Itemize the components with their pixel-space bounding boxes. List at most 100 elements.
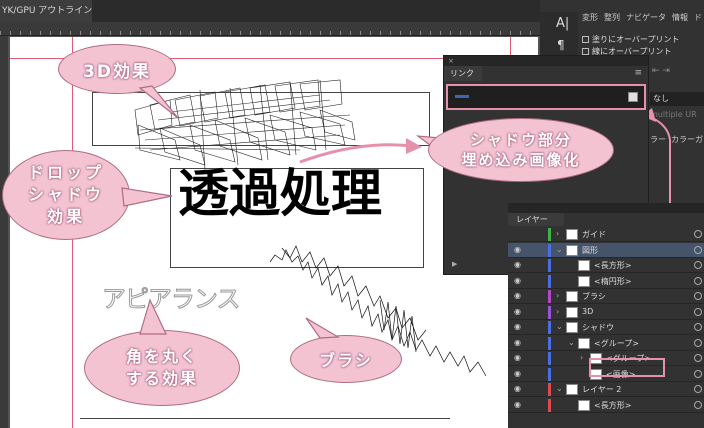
callout-3d-effect: 3D効果 bbox=[58, 44, 176, 94]
target-circle-icon[interactable] bbox=[694, 261, 702, 269]
target-circle-icon[interactable] bbox=[694, 354, 702, 362]
expand-icon[interactable]: ▶ bbox=[452, 260, 457, 268]
visibility-eye-icon[interactable]: ◉ bbox=[514, 385, 524, 393]
layer-color-bar bbox=[548, 352, 551, 365]
target-circle-icon[interactable] bbox=[694, 385, 702, 393]
layer-name: <楕円形> bbox=[594, 276, 632, 286]
document-tab[interactable]: YK/GPU アウトライン) bbox=[0, 0, 92, 22]
target-circle-icon[interactable] bbox=[694, 369, 702, 378]
layer-color-bar bbox=[548, 398, 551, 412]
layer-row[interactable]: ◉ ⌄ <グループ> bbox=[508, 336, 704, 351]
callout-drop-shadow: ドロップ シャドウ 効果 bbox=[2, 150, 130, 240]
disclosure-chevron-icon[interactable]: ⌄ bbox=[556, 322, 563, 331]
image-row-highlight bbox=[589, 358, 665, 377]
close-icon[interactable]: × bbox=[448, 57, 454, 65]
layer-row[interactable]: ◉ <長方形> bbox=[508, 258, 704, 273]
target-circle-icon[interactable] bbox=[694, 245, 702, 254]
layers-panel-header bbox=[508, 203, 704, 213]
layer-row[interactable]: ◉ <楕円形> bbox=[508, 274, 704, 289]
color-tabs: ラー カラーガ bbox=[650, 134, 704, 145]
tab-more[interactable]: ド bbox=[694, 13, 702, 22]
disclosure-chevron-icon[interactable]: ⌄ bbox=[556, 384, 563, 393]
visibility-eye-icon[interactable]: ◉ bbox=[514, 276, 524, 285]
layer-thumbnail bbox=[578, 337, 590, 349]
visibility-eye-icon[interactable]: ◉ bbox=[514, 338, 524, 347]
tab-info[interactable]: 情報 bbox=[672, 13, 688, 22]
layer-name: シャドウ bbox=[582, 323, 614, 332]
layer-name: <長方形> bbox=[594, 400, 632, 410]
tab-links[interactable]: リンク bbox=[444, 66, 482, 81]
disclosure-chevron-icon[interactable]: › bbox=[580, 353, 583, 362]
panel-buttons[interactable]: ⇤ ⇥ bbox=[652, 66, 670, 76]
paragraph-icon[interactable]: ¶ bbox=[557, 38, 565, 52]
visibility-eye-icon[interactable]: ◉ bbox=[514, 307, 524, 316]
disclosure-chevron-icon[interactable]: › bbox=[556, 229, 559, 238]
disclosure-chevron-icon[interactable]: ⌄ bbox=[556, 245, 563, 254]
layer-name: 3D bbox=[582, 306, 594, 316]
checkbox-icon[interactable] bbox=[582, 36, 589, 43]
disclosure-chevron-icon[interactable]: › bbox=[556, 307, 559, 316]
fill-overprint-label: 塗りにオーバープリント bbox=[592, 35, 680, 44]
panel-menu-icon[interactable]: ≡ bbox=[634, 68, 642, 78]
panel-tab-bar: 変形 整列 ナビゲータ 情報ド bbox=[582, 12, 704, 28]
layer-name: レイヤー 2 bbox=[582, 385, 622, 394]
layer-thumbnail bbox=[566, 306, 578, 318]
layer-name: ブラシ bbox=[582, 292, 606, 301]
links-panel-header: × bbox=[444, 56, 648, 66]
layer-row[interactable]: ◉ › ブラシ bbox=[508, 289, 704, 304]
layer-color-bar bbox=[548, 290, 551, 303]
tab-color[interactable]: ラー bbox=[650, 135, 666, 144]
target-circle-icon[interactable] bbox=[694, 338, 702, 347]
horizontal-ruler bbox=[0, 22, 540, 36]
layer-row[interactable]: ◉ ⌄ レイヤー 2 bbox=[508, 382, 704, 397]
layer-color-bar bbox=[548, 274, 551, 288]
visibility-eye-icon[interactable]: ◉ bbox=[514, 323, 524, 331]
tab-transform[interactable]: 変形 bbox=[582, 13, 598, 22]
layer-thumbnail bbox=[566, 291, 578, 302]
target-circle-icon[interactable] bbox=[694, 276, 702, 285]
tab-color-guide[interactable]: カラーガ bbox=[671, 135, 703, 144]
visibility-eye-icon[interactable] bbox=[514, 230, 524, 238]
visibility-eye-icon[interactable]: ◉ bbox=[514, 261, 524, 269]
target-circle-icon[interactable] bbox=[694, 292, 702, 300]
visibility-eye-icon[interactable]: ◉ bbox=[514, 354, 524, 362]
layer-row[interactable]: ◉ ⌄ シャドウ bbox=[508, 320, 704, 335]
disclosure-chevron-icon[interactable]: › bbox=[556, 291, 559, 300]
layer-thumbnail bbox=[566, 244, 578, 256]
layer-row[interactable]: ◉ <長方形> bbox=[508, 398, 704, 413]
rectangle-shape[interactable] bbox=[92, 92, 430, 146]
character-icon[interactable]: A| bbox=[556, 16, 569, 31]
target-circle-icon[interactable] bbox=[694, 230, 702, 238]
layer-row[interactable]: ◉ ⌄ 図形 bbox=[508, 242, 704, 258]
layer-thumbnail bbox=[566, 384, 578, 395]
layer-thumbnail bbox=[578, 260, 590, 271]
multiple-url-label: multiple UR bbox=[650, 110, 697, 119]
target-circle-icon[interactable] bbox=[694, 307, 702, 316]
target-circle-icon[interactable] bbox=[694, 400, 702, 409]
target-circle-icon[interactable] bbox=[694, 323, 702, 331]
appearance-outline-text[interactable]: アピアランス bbox=[102, 284, 242, 314]
visibility-eye-icon[interactable]: ◉ bbox=[514, 369, 524, 378]
visibility-eye-icon[interactable]: ◉ bbox=[514, 292, 524, 300]
disclosure-chevron-icon[interactable]: ⌄ bbox=[568, 338, 575, 347]
fill-overprint-checkbox[interactable]: 塗りにオーバープリント bbox=[582, 34, 679, 45]
checkbox-icon[interactable] bbox=[582, 48, 589, 55]
callout-embed-image: シャドウ部分 埋め込み画像化 bbox=[428, 118, 614, 182]
main-text-transparency[interactable]: 透過処理 bbox=[178, 165, 412, 225]
frame-line bbox=[80, 418, 450, 419]
layer-color-bar bbox=[548, 383, 551, 396]
layer-row[interactable]: › ガイド bbox=[508, 227, 704, 242]
layer-color-bar bbox=[548, 228, 551, 241]
link-item-embedded-image[interactable] bbox=[446, 84, 646, 110]
tab-align[interactable]: 整列 bbox=[604, 13, 620, 22]
tab-layers[interactable]: レイヤー bbox=[508, 213, 564, 226]
layer-name: 図形 bbox=[582, 245, 598, 255]
none-dropdown[interactable]: なし bbox=[650, 92, 704, 106]
layer-row[interactable]: ◉ › 3D bbox=[508, 305, 704, 320]
layer-color-bar bbox=[548, 243, 551, 257]
layer-color-bar bbox=[548, 336, 551, 350]
tab-navigator[interactable]: ナビゲータ bbox=[626, 13, 666, 22]
callout-brush: ブラシ bbox=[290, 335, 402, 383]
visibility-eye-icon[interactable]: ◉ bbox=[514, 245, 524, 254]
visibility-eye-icon[interactable]: ◉ bbox=[514, 400, 524, 409]
